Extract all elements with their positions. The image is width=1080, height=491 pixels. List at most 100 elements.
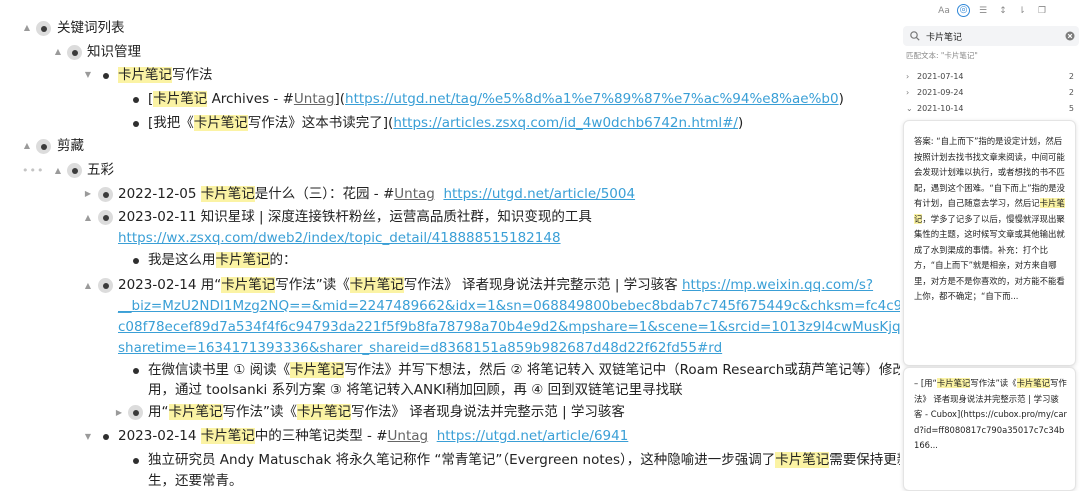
node-bullet[interactable]: [133, 121, 139, 127]
node-article-read[interactable]: [我把《卡片笔记写作法》这本书读完了](https://articles.zsx…: [148, 113, 743, 134]
node-bullet[interactable]: [103, 73, 109, 79]
list-icon[interactable]: ☰: [977, 4, 989, 18]
tag-link[interactable]: Untag: [394, 186, 435, 202]
text: 写作法》 译者现身说法并完整示范 | 学习骇客: [351, 404, 625, 420]
node-how-i-use[interactable]: 我是这么用卡片笔记的：: [148, 250, 297, 271]
result-card[interactable]: – [用“卡片笔记写作法”读《卡片笔记写作法》 译者现身说法并完整示范 | 学习…: [903, 367, 1076, 491]
result-card-text: 答案: “自上而下”指的是设定计划，然后按照计划去找书找文章来阅读，中间可能会发…: [914, 134, 1067, 305]
collapse-triangle-icon[interactable]: ▲: [22, 23, 32, 33]
collapse-triangle-icon[interactable]: ▲: [83, 213, 93, 223]
search-box[interactable]: [903, 26, 1079, 46]
url-link-continued[interactable]: c08f78ecef89d7a534f4f6c94793da221f5f9b8f…: [118, 317, 900, 338]
node-bullet[interactable]: [36, 139, 51, 154]
sort-icon[interactable]: ⇂: [1016, 4, 1028, 18]
text: 写作法”读《: [222, 404, 298, 420]
collapse-triangle-icon[interactable]: ▲: [53, 47, 63, 57]
highlight: 卡片笔记: [193, 115, 248, 131]
highlight: 卡片笔记: [221, 277, 276, 293]
node-weixin-article[interactable]: 2023-02-14 用“卡片笔记写作法”读《卡片笔记写作法》 译者现身说法并完…: [118, 275, 873, 296]
collapse-triangle-icon[interactable]: ▲: [53, 166, 63, 176]
node-zsxq[interactable]: 2023-02-11 知识星球 | 深度连接铁杆粉丝，运营高品质社群，知识变现的…: [118, 207, 592, 228]
font-size-icon[interactable]: Aa: [937, 4, 951, 18]
highlight: 卡片笔记: [1016, 378, 1051, 388]
collapse-triangle-icon[interactable]: ▲: [22, 141, 32, 151]
text: 需要保持更新，不仅长: [829, 452, 900, 468]
highlight: 卡片笔记: [168, 404, 223, 420]
highlight: 卡片笔记: [200, 186, 255, 202]
highlight: 卡片笔记: [349, 277, 404, 293]
node-three-note-types[interactable]: 2023-02-14 卡片笔记中的三种笔记类型 - #Untag https:/…: [118, 426, 628, 447]
chevron-down-icon: ⌄: [906, 104, 913, 113]
text: 我是这么用: [148, 252, 216, 268]
text: 2023-02-14: [118, 428, 201, 444]
url-link-continued[interactable]: sharetime=1634171393336&sharer_shareid=d…: [118, 338, 722, 359]
text: ): [737, 115, 744, 131]
highlight: 卡片笔记: [775, 452, 830, 468]
tag-link[interactable]: Untag: [294, 91, 335, 107]
search-input[interactable]: [926, 29, 1056, 43]
date-label: 2021-09-24: [917, 88, 964, 97]
text: 在微信读书里 ① 阅读《: [148, 362, 291, 378]
collapse-triangle-icon[interactable]: ▲: [83, 281, 93, 291]
url-link[interactable]: https://wx.zsxq.com/dweb2/index/topic_de…: [118, 228, 561, 249]
match-count: 5: [1068, 104, 1074, 113]
clear-icon[interactable]: [1065, 31, 1075, 41]
copy-icon[interactable]: ❐: [1036, 4, 1048, 18]
drag-handle-icon[interactable]: •••: [22, 165, 44, 176]
text: ](: [334, 91, 346, 107]
node-archives[interactable]: [卡片笔记 Archives - #Untag](https://utgd.ne…: [148, 89, 844, 110]
outline-panel: ▲ 关键词列表 ▲ 知识管理 ▼ 卡片笔记写作法 [卡片笔记 Archives …: [0, 0, 900, 491]
highlight: 卡片笔记: [290, 362, 345, 378]
date-group-row[interactable]: ⌄ 2021-10-14 5: [904, 102, 1074, 116]
result-card-text: – [用“卡片笔记写作法”读《卡片笔记写作法》 译者现身说法并完整示范 | 学习…: [914, 376, 1067, 454]
match-text-label: 匹配文本: "卡片笔记": [906, 51, 978, 60]
tag-link[interactable]: Untag: [388, 428, 429, 444]
expand-icon[interactable]: ↕: [997, 4, 1009, 18]
url-link[interactable]: https://utgd.net/article/6941: [437, 428, 629, 444]
expand-triangle-icon[interactable]: ▶: [114, 408, 124, 418]
node-knowledge-management[interactable]: 知识管理: [87, 42, 141, 63]
node-bullet[interactable]: [133, 97, 139, 103]
result-card[interactable]: 答案: “自上而下”指的是设定计划，然后按照计划去找书找文章来阅读，中间可能会发…: [903, 120, 1076, 366]
node-bullet[interactable]: [67, 163, 82, 178]
node-bullet[interactable]: [98, 278, 113, 293]
node-bullet[interactable]: [36, 21, 51, 36]
node-bullet[interactable]: [128, 405, 143, 420]
text: 的：: [269, 252, 297, 268]
collapse-triangle-icon[interactable]: ▼: [83, 70, 93, 80]
node-bullet[interactable]: [133, 368, 139, 374]
text: 独立研究员 Andy Matuschak 将永久笔记称作 “常青笔记”（Ever…: [148, 452, 776, 468]
node-evergreen[interactable]: 独立研究员 Andy Matuschak 将永久笔记称作 “常青笔记”（Ever…: [148, 450, 900, 471]
url-link[interactable]: https://utgd.net/tag/%e5%8d%a1%e7%89%87%…: [345, 91, 839, 107]
date-group-row[interactable]: › 2021-09-24 2: [904, 86, 1074, 100]
text: 写作法: [172, 67, 213, 83]
url-link[interactable]: https://articles.zsxq.com/id_4w0dchb6742…: [393, 115, 738, 131]
node-weixin-title[interactable]: 用“卡片笔记写作法”读《卡片笔记写作法》 译者现身说法并完整示范 | 学习骇客: [148, 402, 625, 423]
node-bullet[interactable]: [98, 187, 113, 202]
text: ): [838, 91, 844, 107]
url-link[interactable]: https://utgd.net/article/5004: [443, 186, 635, 202]
date-group-row[interactable]: › 2021-07-14 2: [904, 70, 1074, 84]
match-count: 2: [1068, 72, 1074, 81]
node-bullet[interactable]: [133, 458, 139, 464]
node-weread-workflow[interactable]: 在微信读书里 ① 阅读《卡片笔记写作法》并写下想法，然后 ② 将笔记转入 双链笔…: [148, 360, 900, 381]
expand-triangle-icon[interactable]: ▶: [83, 189, 93, 199]
date-label: 2021-10-14: [917, 104, 964, 113]
node-clippings[interactable]: 剪藏: [57, 136, 84, 157]
text: 写作法》 译者现身说法并完整示范 | 学习骇客 - Cubox](https:/…: [914, 378, 1067, 450]
search-icon[interactable]: ◎: [957, 4, 970, 17]
node-card-note-method[interactable]: 卡片笔记写作法: [118, 65, 213, 86]
node-bullet[interactable]: [67, 45, 82, 60]
url-link[interactable]: https://mp.weixin.qq.com/s?: [682, 277, 873, 293]
text: 2022-12-05: [118, 186, 201, 202]
node-bullet[interactable]: [103, 434, 109, 440]
node-keyword-list[interactable]: 关键词列表: [57, 18, 125, 39]
node-bullet[interactable]: [133, 258, 139, 264]
collapse-triangle-icon[interactable]: ▼: [83, 432, 93, 442]
node-garden[interactable]: 2022-12-05 卡片笔记是什么（三）：花园 - #Untag https:…: [118, 184, 635, 205]
text: ，学多了记多了以后，慢慢就浮现出聚集性的主题，这时候写文章或其他输出就成了水到渠…: [914, 213, 1065, 302]
text: 写作法》 译者现身说法并完整示范 | 学习骇客: [403, 277, 682, 293]
url-link-continued[interactable]: __biz=MzU2NDI1Mzg2NQ==&mid=2247489662&id…: [118, 296, 900, 317]
node-bullet[interactable]: [98, 210, 113, 225]
node-wucai[interactable]: 五彩: [87, 160, 114, 181]
